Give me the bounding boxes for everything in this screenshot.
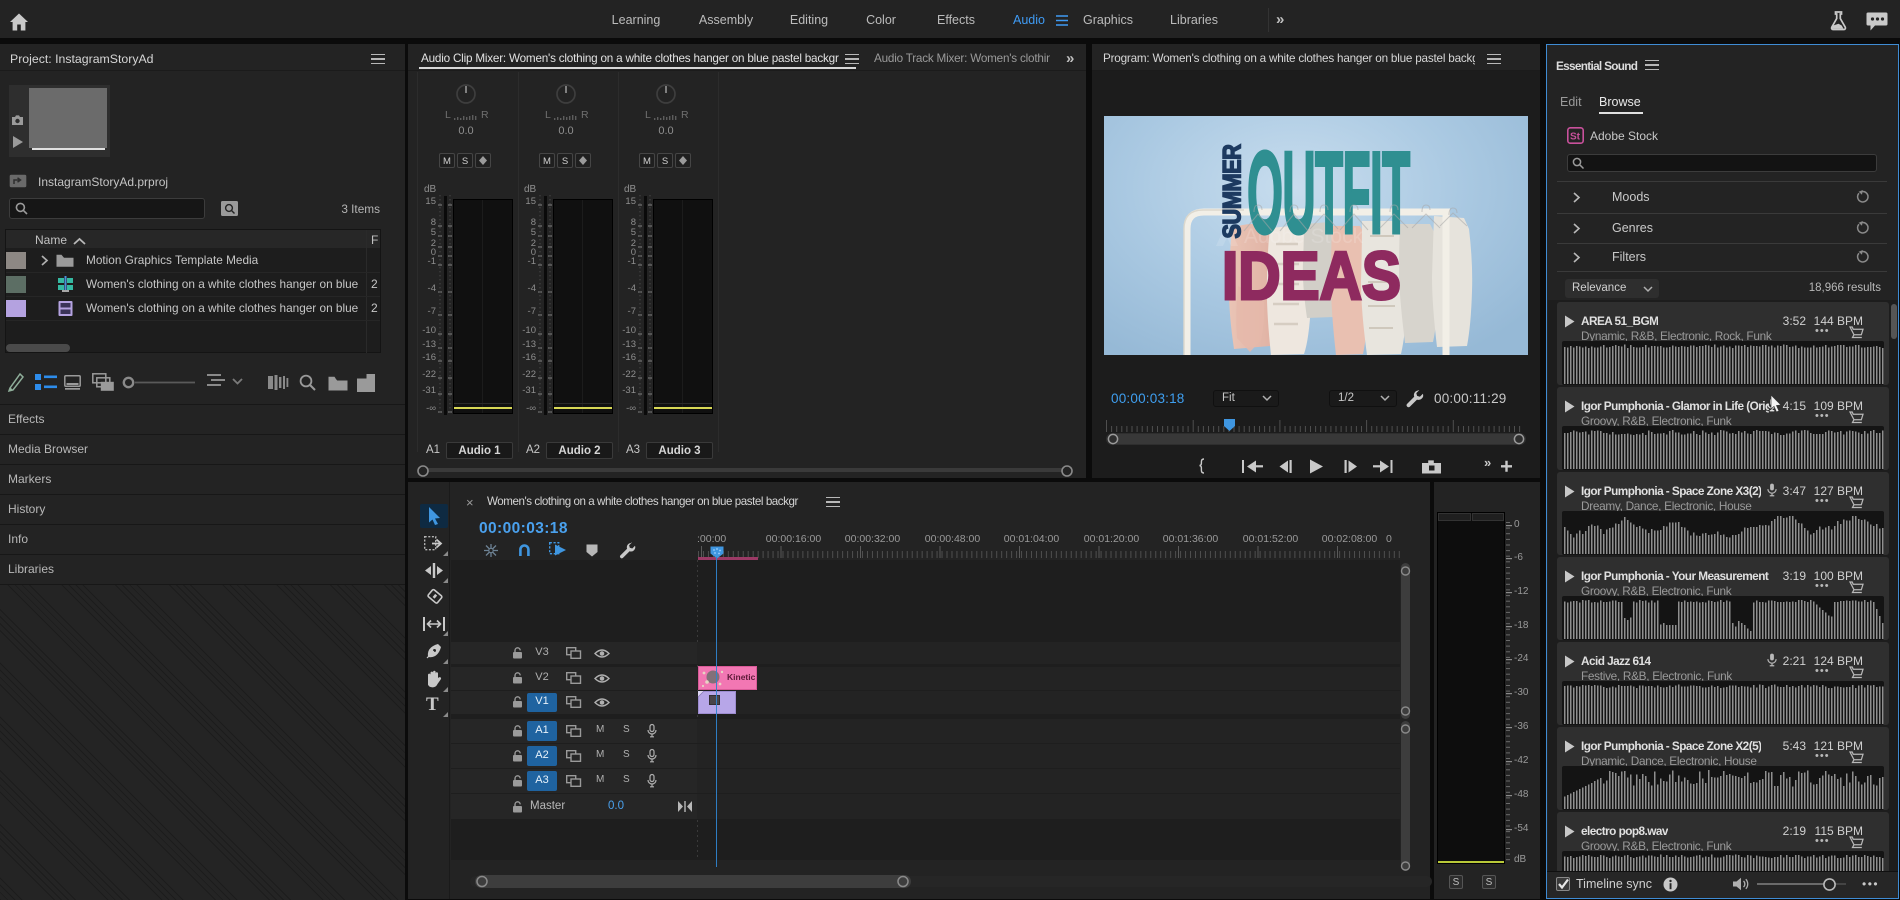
- svg-text:»: »: [1484, 455, 1491, 470]
- svg-text:St: St: [1570, 132, 1581, 143]
